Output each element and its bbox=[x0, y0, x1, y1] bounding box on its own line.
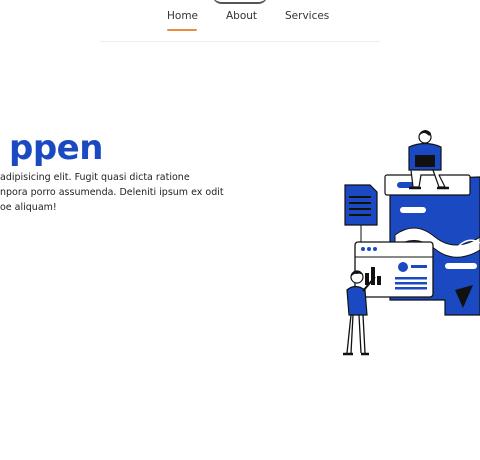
nav-item-services[interactable]: Services bbox=[285, 10, 329, 22]
top-nav: Home About Services bbox=[0, 10, 480, 42]
dashboard-team-illustration bbox=[343, 130, 480, 356]
page: Home About Services ppen adipisicing eli… bbox=[0, 0, 480, 460]
hero-text-line: adipisicing elit. Fugit quasi dicta rati… bbox=[0, 172, 190, 183]
nav-item-home[interactable]: Home bbox=[167, 10, 198, 22]
nav-item-about[interactable]: About bbox=[226, 10, 257, 22]
hero-title: ppen bbox=[9, 128, 103, 168]
nav-divider bbox=[100, 41, 380, 42]
hero-text-line: oe aliquam! bbox=[0, 202, 57, 213]
active-nav-indicator bbox=[167, 29, 197, 31]
logo[interactable] bbox=[212, 0, 268, 4]
hero-text-line: npora porro assumenda. Deleniti ipsum ex… bbox=[0, 187, 224, 198]
